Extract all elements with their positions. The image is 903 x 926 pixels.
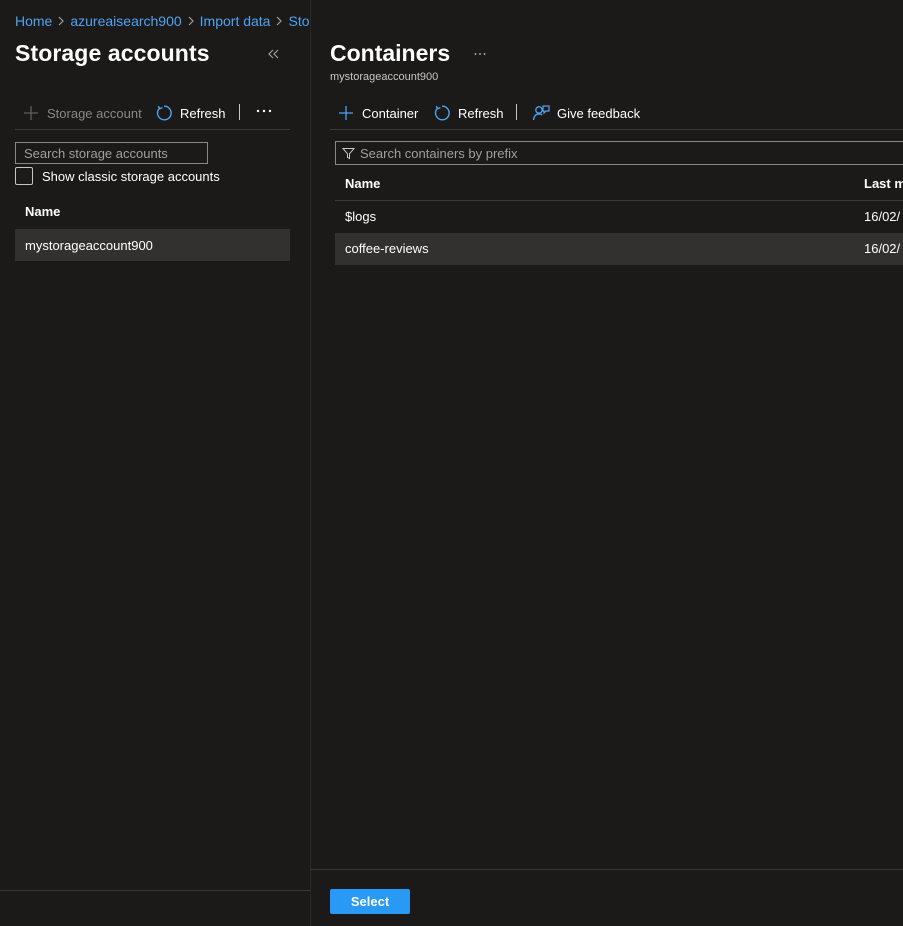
add-icon — [24, 106, 38, 120]
add-storage-account-button[interactable]: Storage account — [23, 104, 142, 122]
add-container-label: Container — [362, 105, 419, 121]
add-icon — [339, 106, 353, 120]
containers-title: Containers — [330, 40, 451, 66]
container-filter-box[interactable] — [335, 141, 903, 165]
breadcrumb-import-data[interactable]: Import data — [200, 13, 271, 29]
name-column-header: Name — [25, 204, 61, 219]
left-footer-divider — [0, 890, 310, 891]
containers-table: Name Last m $logs 16/02/ coffee-reviews … — [335, 168, 903, 265]
container-last-modified: 16/02/ — [864, 209, 901, 224]
containers-pane: Containers mystorageaccount900 Container… — [310, 0, 903, 926]
chevron-right-icon — [270, 14, 288, 28]
last-modified-column-header[interactable]: Last m — [864, 176, 903, 191]
breadcrumb-home[interactable]: Home — [15, 13, 52, 29]
pane-divider — [310, 0, 311, 926]
container-last-modified: 16/02/ — [864, 241, 901, 256]
give-feedback-label: Give feedback — [557, 105, 641, 121]
toolbar-divider — [516, 104, 517, 120]
refresh-containers-button[interactable]: Refresh — [433, 104, 504, 122]
refresh-accounts-label: Refresh — [180, 105, 226, 121]
search-storage-accounts-input[interactable] — [15, 142, 208, 164]
storage-account-row[interactable]: mystorageaccount900 — [15, 229, 290, 261]
breadcrumb-search-service[interactable]: azureaisearch900 — [70, 13, 181, 29]
table-row[interactable]: $logs 16/02/ — [335, 201, 903, 233]
container-name: $logs — [345, 209, 377, 224]
more-options-button[interactable] — [252, 100, 276, 122]
refresh-containers-label: Refresh — [458, 105, 504, 121]
collapse-pane-button[interactable] — [264, 44, 284, 64]
more-icon — [256, 109, 272, 113]
storage-accounts-title: Storage accounts — [15, 40, 210, 66]
refresh-icon — [156, 105, 172, 121]
more-icon — [474, 53, 486, 55]
containers-more-button[interactable] — [468, 44, 492, 64]
refresh-accounts-button[interactable]: Refresh — [155, 104, 226, 122]
container-name: coffee-reviews — [345, 241, 429, 256]
storage-account-subtitle: mystorageaccount900 — [330, 71, 439, 83]
feedback-icon — [532, 105, 550, 121]
table-header: Name Last m — [335, 168, 903, 201]
show-classic-checkbox[interactable] — [15, 167, 33, 185]
refresh-icon — [434, 105, 450, 121]
search-containers-input[interactable] — [360, 145, 880, 161]
app-window: Storage accounts Storage account Refresh — [0, 0, 903, 926]
chevron-right-icon — [52, 14, 70, 28]
add-storage-account-label: Storage account — [47, 105, 142, 121]
filter-icon — [342, 147, 355, 159]
table-row[interactable]: coffee-reviews 16/02/ — [335, 233, 903, 265]
name-column-header[interactable]: Name — [345, 176, 380, 191]
storage-accounts-pane: Storage accounts Storage account Refresh — [0, 0, 310, 926]
containers-toolbar: Container Refresh Give feedback — [330, 98, 903, 130]
storage-accounts-toolbar: Storage account Refresh — [15, 98, 290, 130]
show-classic-checkbox-row[interactable]: Show classic storage accounts — [15, 166, 220, 186]
give-feedback-button[interactable]: Give feedback — [532, 104, 640, 122]
show-classic-label: Show classic storage accounts — [42, 168, 220, 184]
footer-divider — [310, 869, 903, 870]
storage-account-name: mystorageaccount900 — [25, 237, 153, 253]
chevron-right-icon — [182, 14, 200, 28]
collapse-icon — [268, 49, 279, 59]
select-button[interactable]: Select — [330, 889, 410, 914]
toolbar-divider — [239, 104, 240, 120]
add-container-button[interactable]: Container — [338, 104, 418, 122]
